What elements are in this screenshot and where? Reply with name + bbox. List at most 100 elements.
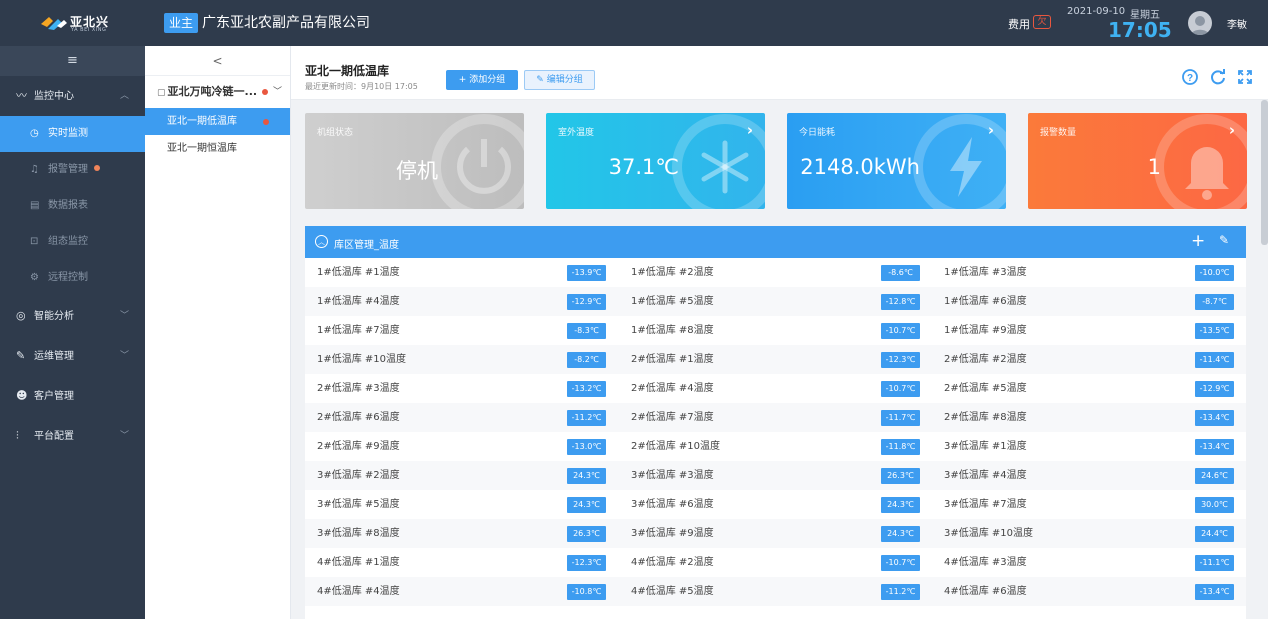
sensor-name: 2#低温库 #7温度 xyxy=(631,412,714,423)
energy-card[interactable]: 今日能耗 › 2148.0kWh xyxy=(787,113,1006,209)
sensor-value-badge: -13.4℃ xyxy=(1195,410,1234,426)
sensor-value-badge: 24.3℃ xyxy=(881,497,920,513)
add-group-button[interactable]: + 添加分组 xyxy=(446,70,518,90)
site-tree-panel: < ▢ 亚北万吨冷链一... ﹀ 亚北一期低温库 亚北一期恒温库 xyxy=(145,46,291,619)
table-row: 3#低温库 #2温度 24.3℃ 3#低温库 #3温度 26.3℃ 3#低温库 #4温度… xyxy=(305,461,1246,490)
chevron-up-icon: ︿ xyxy=(119,91,129,101)
nav-item-label: 远程控制 xyxy=(48,272,88,283)
sensor-name: 3#低温库 #7温度 xyxy=(944,499,1027,510)
sensor-name: 4#低温库 #4温度 xyxy=(317,586,400,597)
sensor-value-badge: -12.8℃ xyxy=(881,294,920,310)
table-row: 2#低温库 #9温度 -13.0℃ 2#低温库 #10温度 -11.8℃ 3#低温库 #… xyxy=(305,432,1246,461)
sensor-name: 4#低温库 #5温度 xyxy=(631,586,714,597)
nav-group-platform[interactable]: ⫶ 平台配置 ﹀ xyxy=(0,416,145,456)
table-row: 1#低温库 #1温度 -13.9℃ 1#低温库 #2温度 -8.6℃ 1#低温库 #3温… xyxy=(305,258,1246,287)
help-icon[interactable]: ? xyxy=(1181,68,1199,86)
collapse-tree-button[interactable]: < xyxy=(145,46,290,76)
sensor-name: 3#低温库 #10温度 xyxy=(944,528,1034,539)
tree-item-label: 亚北一期低温库 xyxy=(167,116,237,127)
main-content: 亚北一期低温库 最近更新时间：9月10日 17:05 + 添加分组 ✎ 编辑分组… xyxy=(291,46,1268,619)
sensor-value-badge: 30.0℃ xyxy=(1195,497,1234,513)
nav-group-monitor[interactable]: 〰监控中心 ︿ xyxy=(0,76,145,116)
fullscreen-icon[interactable] xyxy=(1236,68,1254,86)
nav-group-label: 客户管理 xyxy=(34,391,74,402)
sensor-value-badge: 24.6℃ xyxy=(1195,468,1234,484)
user-avatar[interactable] xyxy=(1188,11,1212,35)
table-row: 4#低温库 #1温度 -12.3℃ 4#低温库 #2温度 -10.7℃ 4#低温库 #3… xyxy=(305,548,1246,577)
nav-item-report[interactable]: ▤ 数据报表 xyxy=(0,188,145,224)
nav-group-ops[interactable]: ✎ 运维管理 ﹀ xyxy=(0,336,145,376)
nav-item-alarm[interactable]: ♫ 报警管理 xyxy=(0,152,145,188)
nav-item-realtime[interactable]: ◷ 实时监测 xyxy=(0,116,145,152)
chevron-right-icon: › xyxy=(746,121,753,139)
sensor-value-badge: -12.3℃ xyxy=(881,352,920,368)
refresh-icon[interactable] xyxy=(1209,68,1227,86)
company-name: 广东亚北农副产品有限公司 xyxy=(202,15,370,31)
sensor-name: 4#低温库 #2温度 xyxy=(631,557,714,568)
sensor-value-badge: 26.3℃ xyxy=(567,526,606,542)
sensor-value-badge: -12.9℃ xyxy=(567,294,606,310)
sensor-value-badge: -11.4℃ xyxy=(1195,352,1234,368)
sensor-value-badge: -8.7℃ xyxy=(1195,294,1234,310)
tree-item-const-temp[interactable]: 亚北一期恒温库 xyxy=(145,135,290,162)
pen-icon: ✎ xyxy=(536,75,547,85)
username[interactable]: 李敏 xyxy=(1227,16,1247,31)
outdoor-temp-card[interactable]: 室外温度 › 37.1℃ xyxy=(546,113,765,209)
nav-item-config-monitor[interactable]: ⊡ 组态监控 xyxy=(0,224,145,260)
sensor-value-badge: -10.7℃ xyxy=(881,381,920,397)
sensor-value-badge: 26.3℃ xyxy=(881,468,920,484)
sensor-value-badge: -10.0℃ xyxy=(1195,265,1234,281)
fee-link[interactable]: 费用 xyxy=(1008,16,1030,32)
nav-group-label: 运维管理 xyxy=(34,351,74,362)
sensor-value-badge: 24.3℃ xyxy=(881,526,920,542)
nav-item-remote[interactable]: ⚙ 远程控制 xyxy=(0,260,145,296)
item-alert-dot xyxy=(263,119,269,125)
sensor-value-badge: -12.9℃ xyxy=(1195,381,1234,397)
page-title: 亚北一期低温库 xyxy=(305,64,390,78)
sensor-name: 1#低温库 #6温度 xyxy=(944,296,1027,307)
nav-group-label: 智能分析 xyxy=(34,311,74,322)
edit-group-label: 编辑分组 xyxy=(546,75,583,85)
sensor-value-badge: -8.3℃ xyxy=(567,323,606,339)
topology-icon: ⊡ xyxy=(30,236,39,247)
table-row: 2#低温库 #6温度 -11.2℃ 2#低温库 #7温度 -11.7℃ 2#低温库 #8… xyxy=(305,403,1246,432)
sensor-value-badge: -13.4℃ xyxy=(1195,439,1234,455)
sensor-name: 4#低温库 #3温度 xyxy=(944,557,1027,568)
alarm-count-card[interactable]: 报警数量 › 1 xyxy=(1028,113,1247,209)
sensor-name: 2#低温库 #1温度 xyxy=(631,354,714,365)
tree-item-low-temp[interactable]: 亚北一期低温库 xyxy=(145,108,290,135)
table-row: 1#低温库 #10温度 -8.2℃ 2#低温库 #1温度 -12.3℃ 2#低温库 #2… xyxy=(305,345,1246,374)
sensor-value-badge: -11.7℃ xyxy=(881,410,920,426)
add-icon[interactable]: + xyxy=(1191,231,1205,251)
logo-mark-icon xyxy=(41,17,67,30)
panel-title: 库区管理_温度 xyxy=(334,240,399,251)
nav-item-label: 报警管理 xyxy=(48,164,88,175)
nav-group-analysis[interactable]: ◎ 智能分析 ﹀ xyxy=(0,296,145,336)
tree-group-site[interactable]: ▢ 亚北万吨冷链一... ﹀ xyxy=(145,76,290,108)
collapse-icon[interactable]: ︿ xyxy=(315,235,328,248)
table-row: 3#低温库 #5温度 24.3℃ 3#低温库 #6温度 24.3℃ 3#低温库 #7温度… xyxy=(305,490,1246,519)
clock-icon: ◷ xyxy=(30,128,39,139)
sensor-name: 2#低温库 #2温度 xyxy=(944,354,1027,365)
card-label: 报警数量 xyxy=(1040,128,1077,138)
chevron-right-icon: › xyxy=(987,121,994,139)
sensor-value-badge: -10.8℃ xyxy=(567,584,606,600)
card-value: 停机 xyxy=(396,159,438,183)
sliders-icon: ⫶ xyxy=(16,429,19,442)
sensor-value-badge: -12.3℃ xyxy=(567,555,606,571)
compass-icon: ◎ xyxy=(16,309,26,322)
sensor-value-badge: -13.5℃ xyxy=(1195,323,1234,339)
role-badge: 业主 xyxy=(164,13,199,33)
sensor-name: 2#低温库 #8温度 xyxy=(944,412,1027,423)
site-alert-dot xyxy=(262,89,268,95)
menu-toggle-icon[interactable]: ≡ xyxy=(0,46,145,76)
page-scrollbar[interactable] xyxy=(1261,100,1268,619)
edit-group-button[interactable]: ✎ 编辑分组 xyxy=(524,70,595,90)
sensor-name: 3#低温库 #4温度 xyxy=(944,470,1027,481)
edit-icon[interactable]: ✎ xyxy=(1219,233,1229,247)
nav-item-label: 组态监控 xyxy=(48,236,88,247)
nav-group-customer[interactable]: ☻ 客户管理 xyxy=(0,376,145,416)
app-logo[interactable]: 亚北兴 YA BEI XING xyxy=(40,12,120,34)
scrollbar-thumb[interactable] xyxy=(1261,100,1268,245)
nav-item-label: 数据报表 xyxy=(48,200,88,211)
